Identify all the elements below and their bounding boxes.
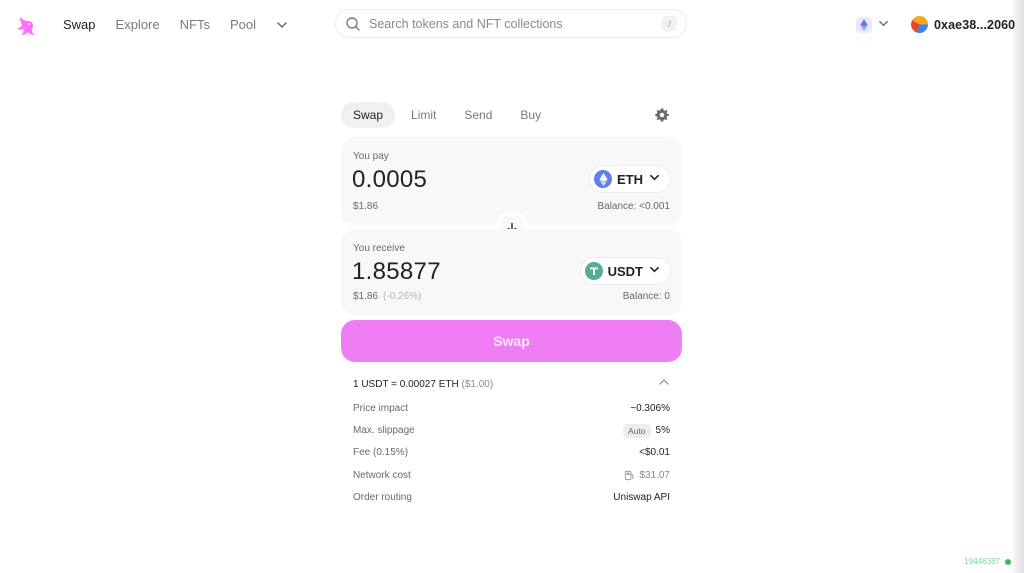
scroll-edge-shadow (1010, 0, 1024, 573)
tab-swap[interactable]: Swap (341, 102, 396, 128)
chevron-up-icon (658, 375, 670, 393)
nav-more-chevron-down-icon[interactable] (276, 18, 290, 32)
receive-token-selector[interactable]: USDT (580, 258, 670, 284)
pay-label: You pay (353, 151, 389, 162)
chevron-down-icon (878, 16, 889, 34)
tab-buy[interactable]: Buy (508, 102, 553, 128)
swap-button[interactable]: Swap (341, 320, 682, 362)
price-impact-label: Price impact (353, 402, 409, 414)
receive-label: You receive (353, 243, 405, 254)
routing-label: Order routing (353, 492, 412, 504)
routing-value: Uniswap API (613, 492, 670, 504)
exchange-rate: 1 USDT = 0.00027 ETH ($1.00) (353, 378, 494, 390)
network-cost-group: $31.07 (624, 470, 670, 481)
detail-row: Price impact ~0.306% (353, 397, 670, 419)
main-nav: Swap Explore NFTs Pool (63, 17, 290, 32)
chevron-down-icon (649, 262, 660, 280)
pay-token-symbol: ETH (617, 171, 643, 187)
fee-label: Fee (0.15%) (353, 447, 409, 459)
nav-nfts[interactable]: NFTs (180, 17, 210, 32)
pay-amount-input[interactable]: 0.0005 (352, 166, 427, 194)
receive-usd-change: (-0.26%) (383, 291, 422, 302)
pay-panel: You pay 0.0005 ETH $1.86 Balance: <0.001 (341, 137, 682, 225)
network-selector[interactable] (856, 16, 889, 34)
search-icon (345, 16, 361, 32)
account-address: 0xae38...2060 (934, 17, 1016, 32)
tab-send[interactable]: Send (452, 102, 504, 128)
avatar (911, 16, 928, 33)
usdt-token-icon (584, 262, 603, 280)
pay-token-selector[interactable]: ETH (590, 166, 670, 192)
slippage-label: Max. slippage (353, 425, 415, 437)
swap-tabs: Swap Limit Send Buy (341, 102, 682, 128)
receive-usd-value: $1.86 (-0.26%) (353, 291, 422, 302)
chevron-down-icon (649, 170, 660, 188)
slippage-value-group: Auto 5% (623, 423, 670, 438)
auto-badge: Auto (623, 423, 651, 438)
swap-details: Price impact ~0.306% Max. slippage Auto … (353, 397, 670, 509)
build-status[interactable]: 19446387 (964, 557, 1011, 566)
network-cost-value: $31.07 (639, 469, 670, 481)
tab-limit[interactable]: Limit (399, 102, 448, 128)
search-bar[interactable]: / (335, 9, 687, 38)
search-shortcut-key: / (662, 16, 677, 31)
receive-balance: Balance: 0 (622, 291, 670, 302)
fee-value: <$0.01 (639, 447, 670, 459)
gas-pump-icon (624, 470, 635, 481)
slippage-value: 5% (655, 425, 670, 437)
pay-balance: Balance: <0.001 (597, 201, 670, 212)
eth-token-icon (594, 170, 612, 188)
rate-toggle[interactable]: 1 USDT = 0.00027 ETH ($1.00) (353, 375, 670, 393)
detail-row: Max. slippage Auto 5% (353, 419, 670, 441)
ethereum-icon (856, 17, 872, 33)
detail-row: Fee (0.15%) <$0.01 (353, 442, 670, 464)
receive-token-symbol: USDT (607, 263, 643, 279)
account-button[interactable]: 0xae38...2060 (911, 16, 1015, 33)
pay-usd-value: $1.86 (353, 201, 379, 212)
nav-pool[interactable]: Pool (230, 17, 256, 32)
detail-row: Order routing Uniswap API (353, 487, 670, 509)
uniswap-logo[interactable] (14, 14, 38, 38)
detail-row: Network cost $31.07 (353, 464, 670, 486)
price-impact-value: ~0.306% (630, 402, 670, 414)
gear-icon[interactable] (654, 107, 670, 123)
nav-swap[interactable]: Swap (63, 17, 96, 32)
network-cost-label: Network cost (353, 469, 411, 481)
swap-page: Swap Explore NFTs Pool / 0xae38...2060 S… (0, 0, 1024, 573)
search-input[interactable] (369, 16, 662, 31)
build-id: 19446387 (964, 557, 1000, 566)
receive-panel: You receive 1.85877 USDT $1.86 (-0.26%) B… (341, 229, 682, 315)
nav-explore[interactable]: Explore (116, 17, 160, 32)
receive-amount-input[interactable]: 1.85877 (352, 258, 441, 286)
